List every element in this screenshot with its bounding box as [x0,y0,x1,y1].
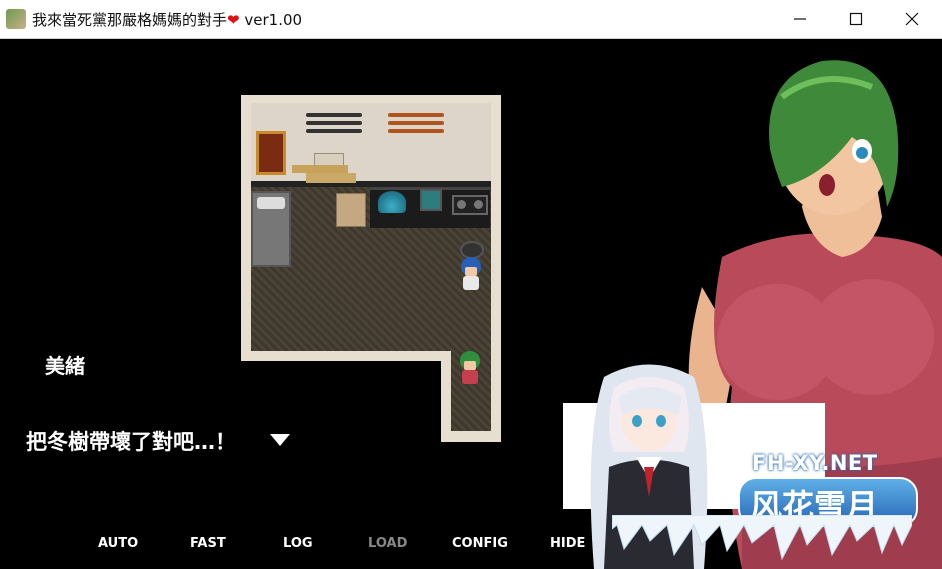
maximize-button[interactable] [828,0,884,38]
maximize-icon [849,12,863,26]
room-back-wall [251,103,491,183]
heart-icon: ❤ [227,11,240,29]
menu-log-button[interactable]: LOG [283,536,313,551]
close-icon [905,12,919,26]
wall-shelf [292,149,356,185]
shelf-board [292,165,348,173]
menu-config-button[interactable]: CONFIG [452,536,508,551]
boombox-icon [452,195,488,215]
app-icon [6,9,26,29]
menu-load-button[interactable]: LOAD [368,536,407,551]
bed-pillow [257,197,285,209]
bed [251,191,291,267]
minimize-button[interactable] [772,0,828,38]
monitor-icon [420,189,442,211]
gun-rack-orange [388,109,444,139]
menu-auto-button[interactable]: AUTO [98,536,138,551]
continue-arrow-icon[interactable] [270,434,290,446]
window-titlebar: 我來當死黨那嚴格媽媽的對手❤ ver1.00 [0,0,942,39]
cardboard-box [336,193,366,227]
npc-character-sprite [457,351,483,389]
shelf-base [306,173,356,183]
menu-fast-button[interactable]: FAST [190,536,226,551]
lamp-icon [378,191,406,213]
speaker-name: 美緒 [45,354,85,378]
watermark-url: FH-XY.NET [752,451,878,475]
player-character-sprite [458,257,484,295]
wall-portrait [256,131,286,175]
gun-rack-dark [306,109,362,139]
close-button[interactable] [884,0,940,38]
dialogue-text: 把冬樹帶壞了對吧…！ [26,430,236,454]
window-title: 我來當死黨那嚴格媽媽的對手❤ ver1.00 [32,9,302,30]
watermark-icicles [612,515,912,561]
minimize-icon [794,18,806,20]
window-title-text: 我來當死黨那嚴格媽媽的對手 [32,11,228,29]
window-version: ver1.00 [244,11,303,29]
menu-hide-button[interactable]: HIDE [550,536,585,551]
game-viewport[interactable]: FH-XY.NET 风花雪月 美緒 把冬樹帶壞了對吧…！ AUTO FAST L… [0,39,942,569]
